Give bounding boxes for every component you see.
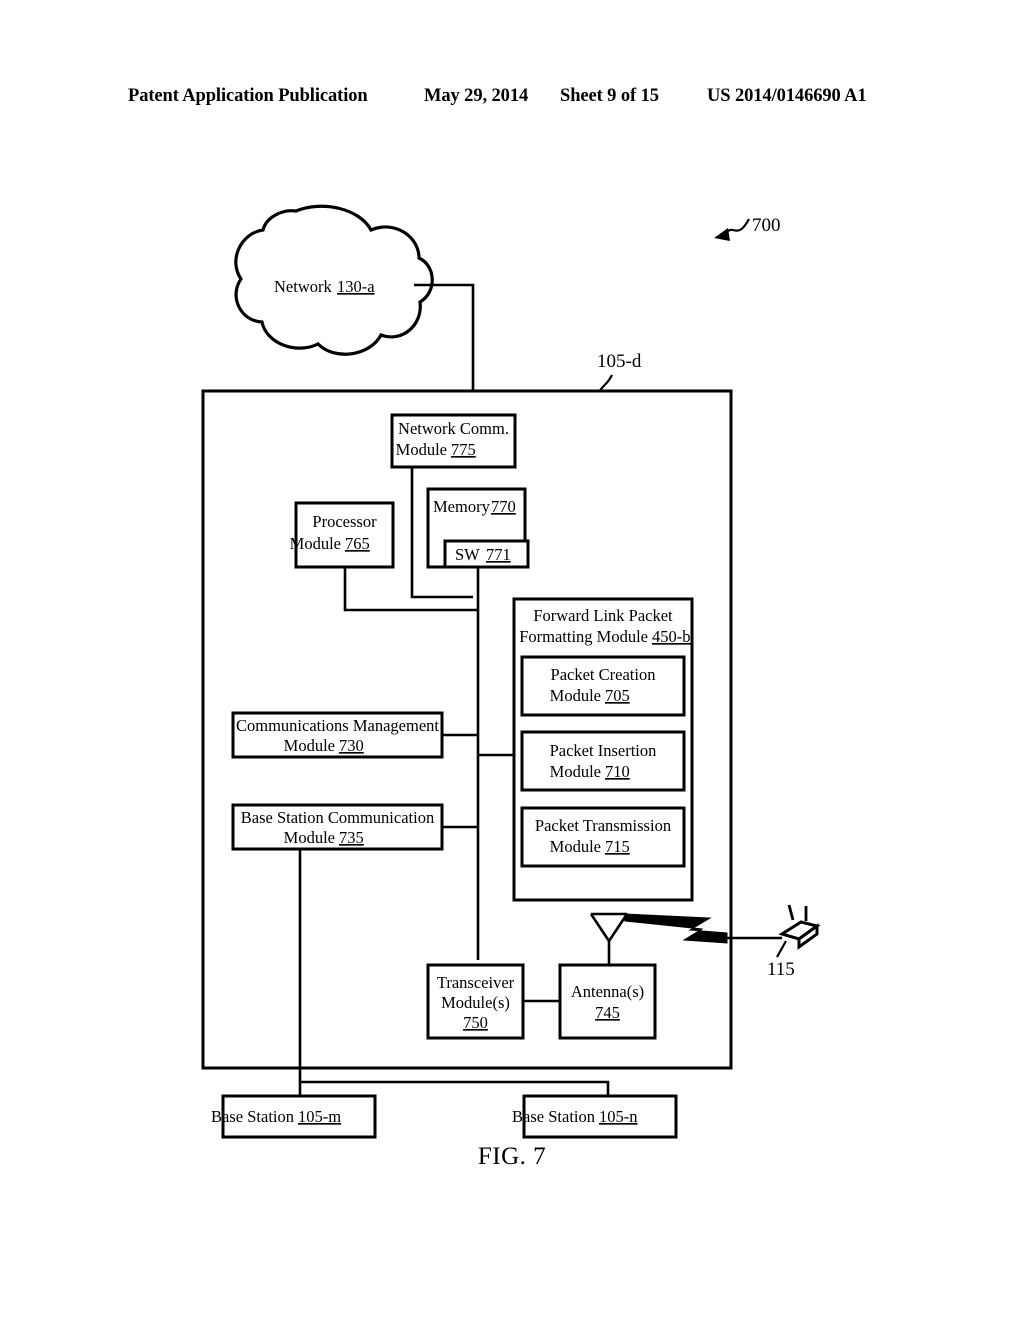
base-station-105-m[interactable]: Base Station 105-m [211,1094,377,1139]
base-station-comm-line1: Base Station Communication [241,808,434,827]
packet-insertion-line2: Module [550,762,601,781]
network-comm-module[interactable]: Network Comm. Module 775 [390,413,517,469]
packet-transmission-line2: Module [550,837,601,856]
transceiver-module[interactable]: Transceiver Module(s) 750 [426,963,525,1040]
mobile-device-reference-label: 115 [767,959,795,980]
base-station-comm-ref: 735 [339,828,364,847]
memory-module-label: Memory [433,497,491,516]
processor-module[interactable]: Processor Module 765 [290,501,395,569]
communications-management-module[interactable]: Communications Management Module 730 [231,711,444,759]
packet-insertion-line1: Packet Insertion [550,741,657,760]
base-station-comm-line2: Module [284,828,335,847]
forward-link-line1: Forward Link Packet [533,606,673,625]
packet-creation-ref: 705 [605,686,630,705]
processor-module-line2: Module [290,534,341,553]
antennas-line1: Antenna(s) [571,982,644,1001]
system-reference-label: 700 [752,215,781,236]
figure-caption: FIG. 7 [477,1143,547,1170]
base-station-0-label: Base Station [211,1107,294,1126]
packet-creation-line2: Module [550,686,601,705]
device-reference-label: 105-d [597,351,642,372]
base-station-1-ref: 105-n [599,1107,638,1126]
base-station-branch-link [300,1080,610,1096]
mobile-device-icon [776,904,821,958]
transceiver-line1: Transceiver [437,973,515,992]
packet-creation-module[interactable]: Packet Creation Module 705 [520,655,686,717]
packet-creation-line1: Packet Creation [551,665,656,684]
base-station-communication-module[interactable]: Base Station Communication Module 735 [231,803,444,851]
comms-management-ref: 730 [339,736,364,755]
packet-transmission-line1: Packet Transmission [535,816,671,835]
transceiver-ref: 750 [463,1013,488,1032]
device-reference-callout: 105-d [597,351,642,393]
software-module[interactable]: SW 771 [443,539,530,569]
antennas-ref: 745 [595,1003,620,1022]
packet-transmission-ref: 715 [605,837,630,856]
network-comm-module-line2: Module [396,440,447,459]
transceiver-line2: Module(s) [441,993,510,1012]
system-reference-callout: 700 [714,215,781,241]
antennas-module[interactable]: Antenna(s) 745 [558,963,657,1040]
network-comm-module-line1: Network Comm. [398,419,509,438]
processor-module-ref: 765 [345,534,370,553]
base-station-1-label: Base Station [512,1107,595,1126]
network-cloud: Network 130-a [234,204,434,356]
software-module-ref: 771 [486,545,511,564]
forward-link-line2: Formatting Module [519,627,648,646]
processor-module-line1: Processor [312,512,377,531]
base-station-105-n[interactable]: Base Station 105-n [512,1094,678,1139]
forward-link-ref: 450-b [652,627,691,646]
comms-management-line2: Module [284,736,335,755]
base-station-0-ref: 105-m [298,1107,341,1126]
packet-insertion-module[interactable]: Packet Insertion Module 710 [520,730,686,792]
network-comm-module-ref: 775 [451,440,476,459]
network-cloud-ref: 130-a [337,277,375,296]
memory-module-ref: 770 [491,497,516,516]
packet-transmission-module[interactable]: Packet Transmission Module 715 [520,806,686,868]
software-module-label: SW [455,545,480,564]
figure-7-diagram: Network 130-a 700 105-d Network Comm. Mo… [201,204,821,1139]
network-cloud-label: Network [274,277,332,296]
packet-insertion-ref: 710 [605,762,630,781]
comms-management-line1: Communications Management [236,716,439,735]
